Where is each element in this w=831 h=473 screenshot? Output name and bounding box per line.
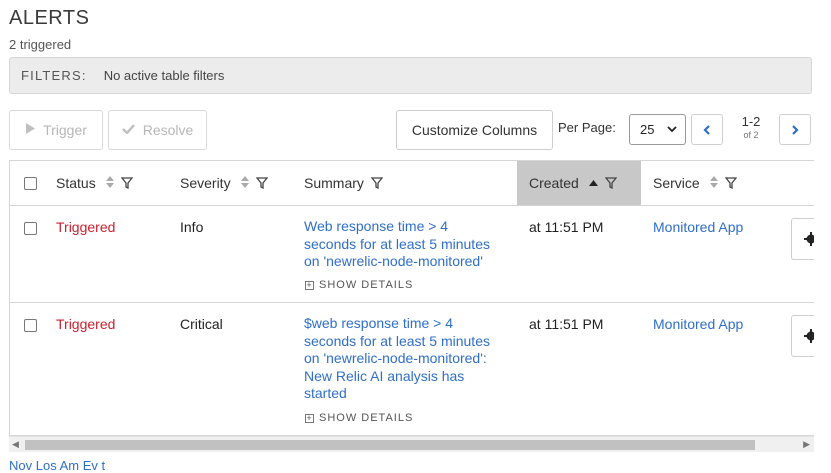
row-checkbox[interactable]: [24, 222, 37, 235]
page-indicator: 1-2 of 2: [736, 114, 766, 140]
select-all-checkbox[interactable]: [24, 177, 37, 190]
scrollbar-thumb[interactable]: [25, 440, 755, 450]
per-page-select[interactable]: 25: [629, 114, 686, 145]
gear-icon: [804, 329, 814, 343]
sort-ascending-icon[interactable]: [588, 180, 598, 186]
summary-line: Web response time > 4: [304, 218, 449, 234]
column-header-summary[interactable]: Summary: [304, 161, 383, 205]
sort-icon[interactable]: [709, 175, 718, 191]
scroll-right-icon[interactable]: ▶: [803, 439, 810, 450]
severity-value: Critical: [180, 316, 223, 332]
chevron-right-icon: [790, 124, 800, 136]
column-header-service[interactable]: Service: [653, 161, 737, 205]
alerts-table: Status Severity Summary Created Service …: [9, 160, 814, 436]
filters-bar[interactable]: FILTERS: No active table filters: [9, 57, 812, 94]
filter-icon[interactable]: [255, 177, 268, 189]
filter-icon[interactable]: [370, 177, 383, 189]
play-icon: [25, 123, 36, 137]
gear-icon: [804, 232, 814, 246]
row-actions-button[interactable]: [791, 315, 814, 357]
filters-label: FILTERS:: [21, 68, 87, 83]
triggered-count: 2 triggered: [9, 37, 72, 52]
prev-page-button[interactable]: [691, 114, 723, 145]
summary-line: seconds for at least 5 minutes: [304, 235, 490, 252]
summary-link[interactable]: $web response time > 4 seconds for at le…: [304, 315, 514, 403]
chevron-down-icon: [666, 123, 678, 138]
filter-icon[interactable]: [120, 177, 133, 189]
status-value: Triggered: [56, 219, 116, 235]
show-details-toggle[interactable]: + SHOW DETAILS: [305, 277, 413, 295]
trigger-button[interactable]: Trigger: [9, 110, 103, 150]
filter-icon[interactable]: [604, 177, 617, 189]
chevron-left-icon: [702, 124, 712, 136]
footer-partial-text: Nov Los Am Ev t: [9, 458, 106, 473]
check-icon: [121, 123, 135, 137]
show-details-label: SHOW DETAILS: [319, 412, 414, 424]
column-header-status[interactable]: Status: [56, 161, 133, 205]
column-header-severity[interactable]: Severity: [180, 161, 268, 205]
column-label: Service: [653, 175, 700, 191]
status-value: Triggered: [56, 316, 116, 332]
expand-icon: +: [305, 413, 314, 424]
summary-line: started: [304, 385, 347, 401]
page-title: ALERTS: [9, 7, 90, 29]
row-actions-button[interactable]: [791, 218, 814, 260]
show-details-toggle[interactable]: + SHOW DETAILS: [305, 410, 413, 428]
column-label: Created: [529, 175, 579, 191]
column-label: Severity: [180, 175, 231, 191]
page-total: of 2: [743, 130, 759, 140]
summary-line: on 'newrelic-node-monitored': [304, 253, 483, 269]
table-row[interactable]: Triggered Info Web response time > 4 sec…: [10, 206, 814, 303]
table-header: Status Severity Summary Created Service: [10, 161, 814, 206]
created-value: at 11:51 PM: [529, 316, 604, 332]
summary-line: seconds for at least 5 minutes: [304, 332, 490, 349]
filters-value: No active table filters: [103, 68, 225, 83]
trigger-label: Trigger: [43, 122, 87, 138]
service-link[interactable]: Monitored App: [653, 219, 743, 237]
horizontal-scrollbar[interactable]: ◀ ▶: [9, 436, 814, 452]
customize-columns-label: Customize Columns: [411, 122, 538, 138]
show-details-label: SHOW DETAILS: [319, 279, 414, 291]
expand-icon: +: [305, 280, 314, 291]
sort-icon[interactable]: [240, 175, 249, 191]
page-range: 1-2: [741, 114, 761, 129]
per-page-value: 25: [640, 122, 655, 137]
resolve-label: Resolve: [142, 122, 194, 138]
sort-icon[interactable]: [105, 175, 114, 191]
per-page-label: Per Page:: [558, 120, 616, 135]
summary-line: New Relic AI analysis has: [304, 367, 465, 384]
row-checkbox[interactable]: [24, 319, 37, 332]
service-link[interactable]: Monitored App: [653, 316, 743, 334]
table-row[interactable]: Triggered Critical $web response time > …: [10, 303, 814, 435]
column-label: Summary: [304, 175, 364, 191]
created-value: at 11:51 PM: [529, 219, 604, 235]
column-header-created[interactable]: Created: [517, 161, 641, 205]
summary-line: $web response time > 4: [304, 315, 454, 331]
severity-value: Info: [180, 219, 204, 235]
summary-link[interactable]: Web response time > 4 seconds for at lea…: [304, 218, 514, 271]
customize-columns-button[interactable]: Customize Columns: [396, 110, 553, 150]
resolve-button[interactable]: Resolve: [108, 110, 207, 150]
next-page-button[interactable]: [779, 114, 811, 145]
column-label: Status: [56, 175, 96, 191]
scroll-left-icon[interactable]: ◀: [12, 439, 19, 450]
filter-icon[interactable]: [724, 177, 737, 189]
summary-line: on 'newrelic-node-monitored':: [304, 350, 487, 366]
